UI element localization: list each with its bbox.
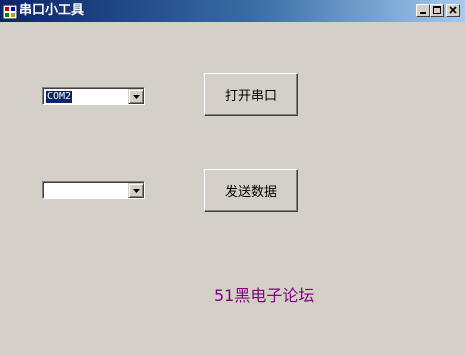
maximize-button[interactable]	[430, 4, 444, 17]
close-button[interactable]	[446, 4, 460, 17]
app-icon[interactable]	[2, 4, 18, 20]
data-select-dropdown[interactable]	[128, 183, 144, 198]
chevron-down-icon	[133, 95, 140, 99]
send-data-button[interactable]: 发送数据	[204, 169, 298, 212]
port-select-field: COM2	[43, 88, 144, 104]
port-select[interactable]: COM2	[42, 87, 145, 105]
open-port-button[interactable]: 打开串口	[204, 73, 298, 116]
minimize-button[interactable]	[416, 4, 430, 17]
title-bar[interactable]: 串口小工具	[0, 0, 465, 22]
port-select-value: COM2	[46, 91, 73, 103]
window-title: 串口小工具	[19, 3, 85, 18]
data-select-value	[46, 185, 48, 197]
close-icon	[449, 6, 457, 14]
port-select-dropdown[interactable]	[128, 89, 144, 104]
data-select-field	[43, 182, 144, 198]
maximize-icon	[433, 6, 441, 14]
main-window: 串口小工具 COM2 打开串口 发送数据 51黑电子论坛	[0, 0, 465, 356]
data-select[interactable]	[42, 181, 145, 199]
chevron-down-icon	[133, 189, 140, 193]
minimize-icon	[420, 12, 426, 14]
footer-label: 51黑电子论坛	[214, 286, 315, 305]
